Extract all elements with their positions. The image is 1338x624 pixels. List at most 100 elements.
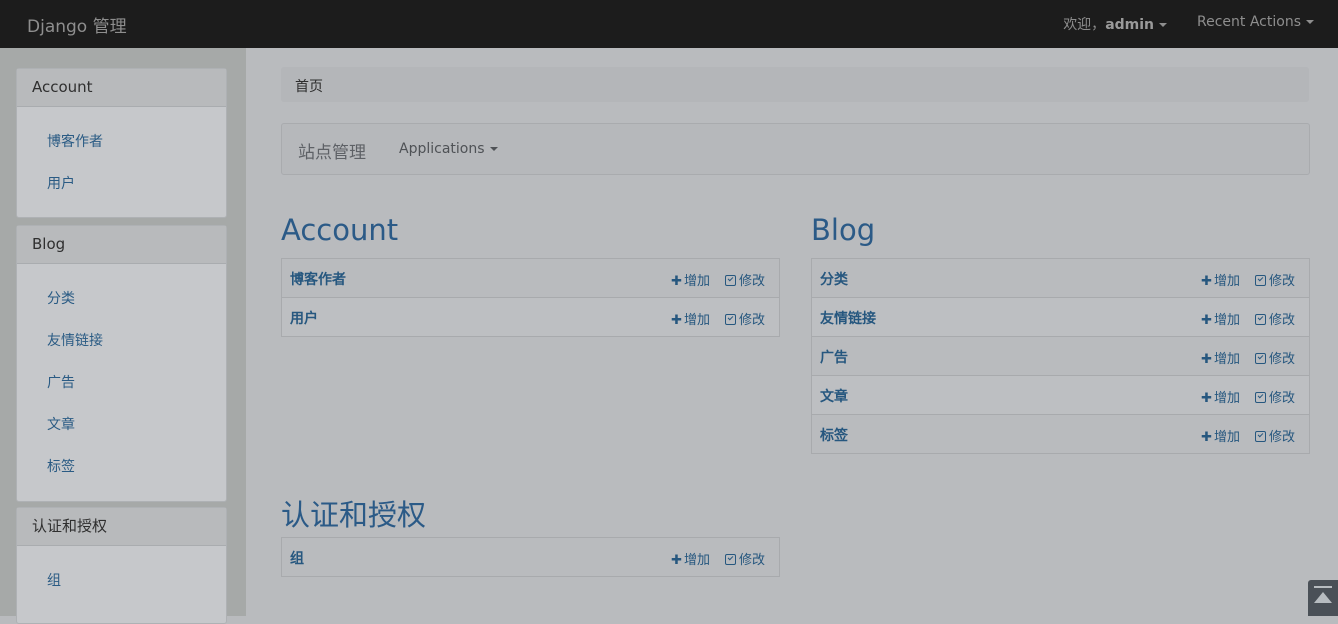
change-button[interactable]: 修改 — [1254, 270, 1295, 289]
model-link[interactable]: 友情链接 — [820, 308, 876, 328]
add-button[interactable]: ✚ 增加 — [1201, 309, 1240, 328]
module-table-account: 博客作者 ✚ 增加 修改 用户 ✚ 增加 修改 — [281, 258, 780, 337]
sidebar-item-tags[interactable]: 标签 — [17, 446, 226, 488]
model-link[interactable]: 广告 — [820, 347, 848, 367]
model-link[interactable]: 博客作者 — [290, 269, 346, 289]
sidebar-item-articles[interactable]: 文章 — [17, 404, 226, 446]
table-row: 友情链接 ✚ 增加 修改 — [812, 298, 1309, 337]
plus-icon: ✚ — [671, 274, 682, 289]
sidebar-panel-blog: Blog 分类 友情链接 广告 文章 标签 — [16, 225, 227, 502]
plus-icon: ✚ — [1201, 391, 1212, 406]
sub-navbar: 站点管理 Applications — [281, 123, 1310, 175]
plus-icon: ✚ — [671, 553, 682, 568]
edit-icon — [1254, 353, 1266, 364]
change-button[interactable]: 修改 — [1254, 309, 1295, 328]
change-label: 修改 — [738, 553, 765, 568]
table-row: 博客作者 ✚ 增加 修改 — [282, 259, 779, 298]
sidebar-item-users[interactable]: 用户 — [17, 163, 226, 205]
sidebar-panel-auth: 认证和授权 组 — [16, 507, 227, 624]
recent-actions-label: Recent Actions — [1197, 14, 1301, 30]
change-label: 修改 — [1268, 352, 1295, 367]
applications-dropdown[interactable]: Applications — [399, 141, 498, 157]
user-menu[interactable]: 欢迎，admin — [1063, 14, 1168, 34]
add-label: 增加 — [1213, 274, 1240, 289]
change-button[interactable]: 修改 — [1254, 348, 1295, 367]
sidebar-panel-account: Account 博客作者 用户 — [16, 68, 227, 218]
add-button[interactable]: ✚ 增加 — [671, 549, 710, 568]
table-row: 组 ✚ 增加 修改 — [282, 538, 779, 576]
change-button[interactable]: 修改 — [724, 309, 765, 328]
plus-icon: ✚ — [1201, 352, 1212, 367]
change-label: 修改 — [738, 274, 765, 289]
module-title-account[interactable]: Account — [281, 213, 398, 247]
add-label: 增加 — [1213, 352, 1240, 367]
change-label: 修改 — [1268, 430, 1295, 445]
site-brand[interactable]: Django 管理 — [27, 12, 127, 37]
breadcrumb: 首页 — [281, 67, 1309, 102]
sidebar-panel-title: Blog — [17, 226, 226, 264]
top-navbar: Django 管理 欢迎，admin Recent Actions — [0, 0, 1338, 48]
change-button[interactable]: 修改 — [1254, 387, 1295, 406]
chevron-down-icon — [489, 147, 498, 151]
change-label: 修改 — [1268, 274, 1295, 289]
change-button[interactable]: 修改 — [1254, 426, 1295, 445]
add-label: 增加 — [683, 274, 710, 289]
model-link[interactable]: 标签 — [820, 425, 848, 445]
module-title-auth[interactable]: 认证和授权 — [281, 492, 426, 534]
change-button[interactable]: 修改 — [724, 549, 765, 568]
model-link[interactable]: 组 — [290, 548, 304, 568]
model-link[interactable]: 分类 — [820, 269, 848, 289]
navbar-right: 欢迎，admin Recent Actions — [1063, 14, 1314, 34]
sidebar-item-categories[interactable]: 分类 — [17, 278, 226, 320]
table-row: 分类 ✚ 增加 修改 — [812, 259, 1309, 298]
edit-icon — [724, 314, 736, 325]
add-button[interactable]: ✚ 增加 — [1201, 270, 1240, 289]
sidebar-panel-title: Account — [17, 69, 226, 107]
sidebar-item-links[interactable]: 友情链接 — [17, 320, 226, 362]
edit-icon — [1254, 314, 1266, 325]
applications-label: Applications — [399, 141, 485, 157]
module-table-auth: 组 ✚ 增加 修改 — [281, 537, 780, 577]
breadcrumb-home[interactable]: 首页 — [295, 76, 323, 96]
sidebar-item-ads[interactable]: 广告 — [17, 362, 226, 404]
plus-icon: ✚ — [671, 313, 682, 328]
model-link[interactable]: 文章 — [820, 386, 848, 406]
add-label: 增加 — [1213, 313, 1240, 328]
edit-icon — [1254, 392, 1266, 403]
edit-icon — [724, 554, 736, 565]
sidebar: Account 博客作者 用户 Blog 分类 友情链接 广告 文章 标签 认证… — [0, 48, 246, 624]
recent-actions-menu[interactable]: Recent Actions — [1197, 14, 1314, 34]
module-title-blog[interactable]: Blog — [811, 213, 875, 247]
add-button[interactable]: ✚ 增加 — [1201, 387, 1240, 406]
edit-icon — [1254, 275, 1266, 286]
table-row: 广告 ✚ 增加 修改 — [812, 337, 1309, 376]
username: admin — [1105, 17, 1155, 33]
plus-icon: ✚ — [1201, 313, 1212, 328]
chevron-down-icon — [1306, 20, 1314, 24]
sidebar-panel-title: 认证和授权 — [17, 508, 226, 546]
change-label: 修改 — [1268, 391, 1295, 406]
add-button[interactable]: ✚ 增加 — [671, 309, 710, 328]
sidebar-item-blog-author[interactable]: 博客作者 — [17, 121, 226, 163]
chevron-down-icon — [1159, 23, 1168, 27]
edit-icon — [1254, 431, 1266, 442]
add-label: 增加 — [683, 553, 710, 568]
change-button[interactable]: 修改 — [724, 270, 765, 289]
change-label: 修改 — [738, 313, 765, 328]
edit-icon — [724, 275, 736, 286]
add-label: 增加 — [683, 313, 710, 328]
add-button[interactable]: ✚ 增加 — [1201, 348, 1240, 367]
add-button[interactable]: ✚ 增加 — [671, 270, 710, 289]
table-row: 标签 ✚ 增加 修改 — [812, 415, 1309, 453]
add-button[interactable]: ✚ 增加 — [1201, 426, 1240, 445]
add-label: 增加 — [1213, 391, 1240, 406]
back-to-top-icon[interactable] — [1308, 580, 1338, 616]
plus-icon: ✚ — [1201, 430, 1212, 445]
page-title: 站点管理 — [298, 143, 366, 163]
add-label: 增加 — [1213, 430, 1240, 445]
plus-icon: ✚ — [1201, 274, 1212, 289]
change-label: 修改 — [1268, 313, 1295, 328]
model-link[interactable]: 用户 — [290, 308, 318, 328]
sidebar-item-groups[interactable]: 组 — [17, 560, 226, 602]
welcome-text: 欢迎， — [1063, 17, 1106, 33]
